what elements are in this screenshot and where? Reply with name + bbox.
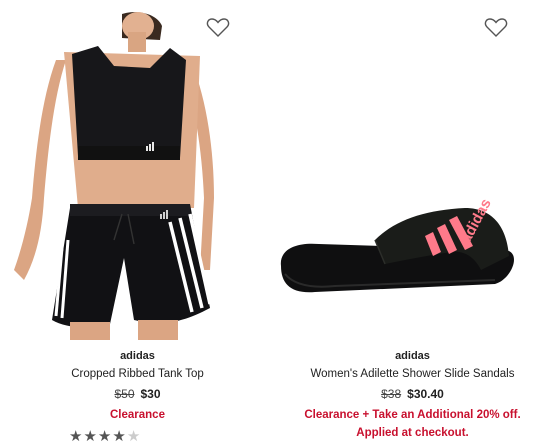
product-price: $50 $30	[0, 387, 275, 401]
product-image[interactable]: adidas	[275, 180, 550, 320]
product-brand: adidas	[395, 350, 430, 362]
star-rating: ★ ★ ★ ★ ★	[69, 429, 140, 444]
product-card-tank-top[interactable]: adidas Cropped Ribbed Tank Top $50 $30 Cl…	[0, 0, 275, 446]
promo-line-2: Applied at checkout.	[356, 427, 469, 439]
sale-price: $30.40	[407, 387, 444, 401]
product-image[interactable]	[10, 8, 215, 340]
promo-text: Clearance + Take an Additional 20% off. …	[275, 406, 550, 442]
product-price: $38 $30.40	[275, 387, 550, 401]
star-filled-icon: ★	[69, 428, 83, 445]
original-price: $38	[381, 387, 402, 401]
product-brand: adidas	[120, 350, 155, 362]
sale-price: $30	[140, 387, 161, 401]
product-name[interactable]: Women's Adilette Shower Slide Sandals	[275, 368, 550, 380]
promo-line-1: Clearance + Take an Additional 20% off.	[304, 409, 521, 421]
star-filled-icon: ★	[112, 428, 126, 445]
product-name[interactable]: Cropped Ribbed Tank Top	[0, 368, 275, 380]
star-filled-icon: ★	[97, 428, 112, 445]
product-card-slide-sandals[interactable]: adidas adidas Women's Adilette Shower Sl…	[275, 0, 550, 446]
promo-text: Clearance	[110, 409, 165, 421]
original-price: $50	[114, 387, 135, 401]
star-filled-icon: ★	[83, 428, 97, 445]
star-empty-icon: ★	[126, 428, 141, 445]
heart-outline-icon[interactable]	[484, 16, 508, 38]
